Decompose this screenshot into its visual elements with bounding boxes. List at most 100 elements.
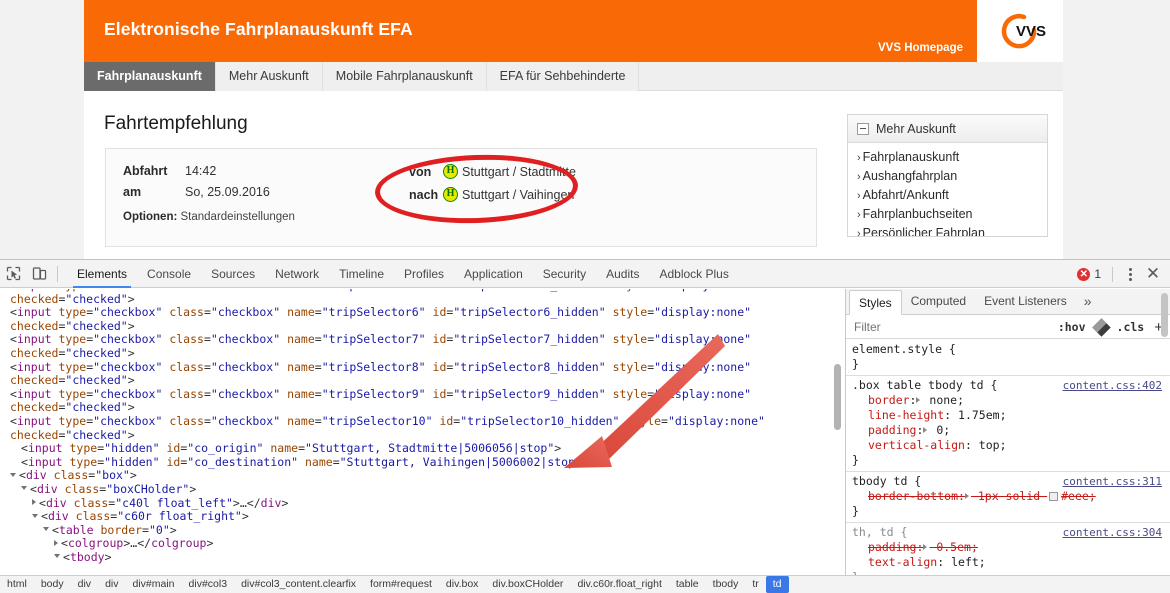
- breadcrumb-item[interactable]: div: [71, 576, 98, 593]
- tab-console[interactable]: Console: [137, 260, 201, 288]
- dom-tree-line[interactable]: <input type="hidden" id="co_destination"…: [0, 455, 845, 470]
- dom-tree-line[interactable]: <input type="checkbox" class="checkbox" …: [0, 333, 845, 347]
- vvs-homepage-link[interactable]: VVS Homepage: [878, 42, 963, 54]
- dom-tree-scrollbar[interactable]: [834, 364, 841, 430]
- error-count-badge[interactable]: ✕ 1: [1077, 267, 1101, 281]
- breadcrumb-item[interactable]: html: [0, 576, 34, 593]
- style-rule-origin[interactable]: content.css:311: [1063, 474, 1162, 489]
- style-declaration[interactable]: border: none;: [852, 393, 1170, 408]
- dom-tree-line[interactable]: checked="checked">: [0, 319, 845, 334]
- options-row: Optionen: Standardeinstellungen: [123, 211, 295, 223]
- options-value: Standardeinstellungen: [180, 211, 295, 223]
- dom-tree-line[interactable]: <input type="checkbox" class="checkbox" …: [0, 414, 845, 429]
- tab-sources[interactable]: Sources: [201, 260, 265, 288]
- sidebar-header[interactable]: Mehr Auskunft: [848, 115, 1047, 143]
- site-tab-mobile-fahrplanauskunft[interactable]: Mobile Fahrplanauskunft: [322, 62, 487, 91]
- style-rule[interactable]: element.style {}: [846, 340, 1170, 376]
- tab-event-listeners[interactable]: Event Listeners: [975, 289, 1076, 314]
- color-scheme-icon[interactable]: [1091, 317, 1111, 337]
- dom-tree-line[interactable]: <table border="0">: [0, 523, 845, 538]
- departure-value: 14:42: [185, 164, 217, 178]
- dom-tree-line[interactable]: <input type="checkbox" class="checkbox" …: [0, 305, 845, 320]
- sidebar-item-label: Fahrplanauskunft: [862, 150, 960, 164]
- breadcrumb-item[interactable]: td: [765, 576, 789, 593]
- styles-filter-input[interactable]: [846, 318, 996, 335]
- style-declaration[interactable]: border-bottom: 1px solid #eee;: [852, 489, 1170, 504]
- style-rule[interactable]: .box table tbody td {content.css:402 bord…: [846, 376, 1170, 472]
- style-declaration[interactable]: padding: 0;: [852, 423, 1170, 438]
- chevron-right-icon: ›: [857, 209, 861, 221]
- breadcrumb-item[interactable]: form#request: [363, 576, 439, 593]
- sidebar-item-fahrplanbuchseiten[interactable]: › Fahrplanbuchseiten: [857, 205, 1047, 224]
- dom-tree-line[interactable]: <colgroup>…</colgroup>: [0, 536, 845, 551]
- style-declaration[interactable]: text-align: left;: [852, 555, 1170, 570]
- styles-more-tabs-icon[interactable]: »: [1076, 289, 1100, 314]
- breadcrumb-item[interactable]: div.box: [439, 576, 486, 593]
- tab-adblock-plus[interactable]: Adblock Plus: [649, 260, 738, 288]
- tab-computed[interactable]: Computed: [902, 289, 975, 314]
- tab-audits[interactable]: Audits: [596, 260, 649, 288]
- error-count: 1: [1094, 267, 1101, 281]
- dom-tree-line[interactable]: <input type="checkbox" class="checkbox" …: [0, 360, 845, 375]
- breadcrumb-item[interactable]: div.boxCHolder: [485, 576, 570, 593]
- style-declaration[interactable]: padding: 0.5em;: [852, 540, 1170, 555]
- style-rule-origin[interactable]: content.css:304: [1063, 525, 1162, 540]
- tab-timeline[interactable]: Timeline: [329, 260, 394, 288]
- breadcrumb-item[interactable]: tr: [745, 576, 765, 593]
- inspect-element-icon[interactable]: [0, 261, 26, 287]
- style-rule-close: }: [852, 453, 859, 467]
- dom-tree-line[interactable]: <input type="hidden" id="co_origin" name…: [0, 441, 845, 456]
- site-tab-mehr-auskunft[interactable]: Mehr Auskunft: [215, 62, 323, 91]
- dom-tree-line[interactable]: <div class="box">: [0, 469, 845, 483]
- tab-application[interactable]: Application: [454, 260, 533, 288]
- from-value: Stuttgart / Stadtmitte: [462, 165, 576, 179]
- breadcrumb-item[interactable]: div: [98, 576, 125, 593]
- site-tab-list: Fahrplanauskunft Mehr Auskunft Mobile Fa…: [84, 62, 640, 91]
- breadcrumb-item[interactable]: body: [34, 576, 71, 593]
- collapse-minus-icon[interactable]: [857, 122, 869, 135]
- dom-tree-line[interactable]: <input type="checkbox" class="checkbox" …: [0, 387, 845, 402]
- breadcrumb-item[interactable]: div.c60r.float_right: [570, 576, 668, 593]
- tab-network[interactable]: Network: [265, 260, 329, 288]
- tab-elements[interactable]: Elements: [67, 260, 137, 288]
- breadcrumb-item[interactable]: table: [669, 576, 706, 593]
- dom-tree-line[interactable]: checked="checked">: [0, 346, 845, 361]
- dom-tree-line[interactable]: checked="checked">: [0, 373, 845, 388]
- site-tab-efa-sehbehinderte[interactable]: EFA für Sehbehinderte: [486, 62, 640, 91]
- sidebar-item-abfahrt-ankunft[interactable]: › Abfahrt/Ankunft: [857, 186, 1047, 205]
- breadcrumb-item[interactable]: div#col3: [182, 576, 235, 593]
- cls-toggle[interactable]: .cls: [1111, 320, 1151, 334]
- from-label: von: [409, 165, 432, 179]
- hov-toggle[interactable]: :hov: [1052, 320, 1092, 334]
- breadcrumb-item[interactable]: div#col3_content.clearfix: [234, 576, 363, 593]
- trip-recommendation-box: Abfahrt 14:42 am So, 25.09.2016 Optionen: …: [105, 148, 817, 247]
- style-rule[interactable]: th, td {content.css:304 padding: 0.5em; te…: [846, 523, 1170, 575]
- dom-tree-pane[interactable]: <input type="checkbox" class="checkbox" …: [0, 289, 845, 575]
- dom-tree-line[interactable]: <div class="c60r float_right">: [0, 509, 845, 524]
- close-devtools-icon[interactable]: ✕: [1140, 261, 1166, 287]
- dom-tree-line[interactable]: <div class="boxCHolder">: [0, 482, 845, 497]
- sidebar-item-aushangfahrplan[interactable]: › Aushangfahrplan: [857, 167, 1047, 186]
- tab-profiles[interactable]: Profiles: [394, 260, 454, 288]
- device-toolbar-icon[interactable]: [26, 261, 52, 287]
- sidebar-item-persoenlicher-fahrplan[interactable]: › Persönlicher Fahrplan: [857, 224, 1047, 236]
- tab-styles[interactable]: Styles: [849, 290, 902, 315]
- devtools-menu-icon[interactable]: [1120, 261, 1140, 287]
- tab-security[interactable]: Security: [533, 260, 596, 288]
- site-tab-fahrplanauskunft[interactable]: Fahrplanauskunft: [84, 62, 216, 91]
- sidebar-item-fahrplanauskunft[interactable]: › Fahrplanauskunft: [857, 148, 1047, 167]
- style-rule-origin[interactable]: content.css:402: [1063, 378, 1162, 393]
- dom-tree-line[interactable]: checked="checked">: [0, 401, 845, 415]
- vvs-logo[interactable]: VVS: [977, 0, 1063, 62]
- breadcrumb-item[interactable]: div#main: [126, 576, 182, 593]
- styles-scrollbar[interactable]: [1161, 293, 1168, 337]
- origin-destination: von H Stuttgart / Stadtmitte nach H Stuttgar…: [409, 161, 576, 207]
- style-declaration[interactable]: line-height: 1.75em;: [852, 408, 1170, 423]
- dom-tree-line[interactable]: <div class="c40l float_left">…</div>: [0, 496, 845, 511]
- breadcrumb-item[interactable]: tbody: [706, 576, 746, 593]
- dom-tree-line[interactable]: checked="checked">: [0, 428, 845, 443]
- dom-tree-line[interactable]: checked="checked">: [0, 292, 845, 307]
- style-declaration[interactable]: vertical-align: top;: [852, 438, 1170, 453]
- style-rule[interactable]: tbody td {content.css:311 border-bottom: …: [846, 472, 1170, 523]
- dom-tree-line[interactable]: <tbody>: [0, 550, 845, 565]
